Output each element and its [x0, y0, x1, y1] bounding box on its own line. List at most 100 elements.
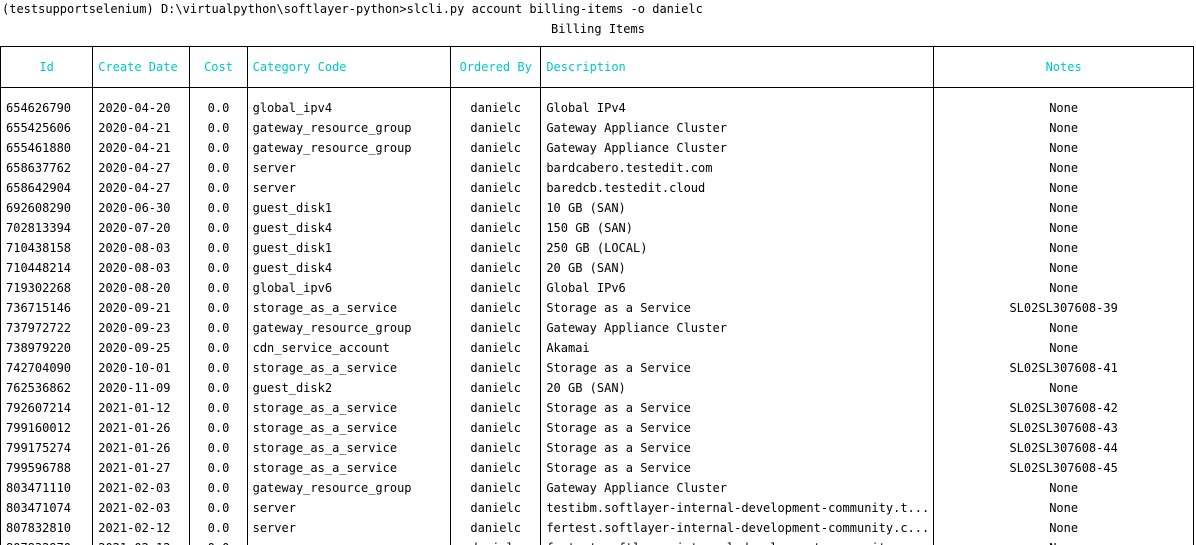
cell-description: Global IPv4: [540, 98, 934, 118]
cell-description: Storage as a Service: [540, 418, 934, 438]
cell-create-date: 2021-01-27: [92, 458, 190, 478]
cell-create-date: 2020-04-27: [92, 178, 190, 198]
cell-description: 250 GB (LOCAL): [540, 238, 934, 258]
cell-description: Gateway Appliance Cluster: [540, 478, 934, 498]
table-row: 736715146 2020-09-21 0.0 storage_as_a_servi…: [0, 298, 1194, 318]
cell-cost: 0.0: [189, 118, 248, 138]
cell-cost: 0.0: [189, 238, 248, 258]
cell-ordered-by: danielc: [450, 398, 541, 418]
table-row: 658642904 2020-04-27 0.0 server danielc bared…: [0, 178, 1194, 198]
cell-category-code: guest_disk1: [246, 238, 451, 258]
cell-id: 799175274: [0, 438, 93, 458]
cell-notes: None: [933, 478, 1194, 498]
table-row: 803471110 2021-02-03 0.0 gateway_resource_g…: [0, 478, 1194, 498]
cell-category-code: storage_as_a_service: [246, 438, 451, 458]
cell-description: Storage as a Service: [540, 358, 934, 378]
table-row: 792607214 2021-01-12 0.0 storage_as_a_servi…: [0, 398, 1194, 418]
cell-create-date: 2020-04-21: [92, 118, 190, 138]
cell-description: 10 GB (SAN): [540, 198, 934, 218]
cell-id: 742704090: [0, 358, 93, 378]
table-row: 762536862 2020-11-09 0.0 guest_disk2 danielc…: [0, 378, 1194, 398]
cell-description: Storage as a Service: [540, 438, 934, 458]
cell-category-code: server: [246, 498, 451, 518]
cell-id: 762536862: [0, 378, 93, 398]
cell-notes: None: [933, 518, 1194, 538]
cell-ordered-by: danielc: [450, 118, 541, 138]
table-row: 658637762 2020-04-27 0.0 server danielc bardc…: [0, 158, 1194, 178]
cell-description: Storage as a Service: [540, 458, 934, 478]
cell-category-code: global_ipv6: [246, 278, 451, 298]
cell-notes: None: [933, 178, 1194, 198]
cell-notes: SL02SL307608-43: [933, 418, 1194, 438]
cell-description: Storage as a Service: [540, 298, 934, 318]
cell-notes: None: [933, 538, 1194, 545]
cell-create-date: 2020-09-21: [92, 298, 190, 318]
cell-ordered-by: danielc: [450, 478, 541, 498]
cell-ordered-by: danielc: [450, 418, 541, 438]
cell-category-code: storage_as_a_service: [246, 358, 451, 378]
column-header-category-code: Category Code: [246, 46, 452, 88]
cell-cost: 0.0: [189, 198, 248, 218]
cell-cost: 0.0: [189, 278, 248, 298]
cell-cost: 0.0: [189, 518, 248, 538]
table-row: 807832810 2021-02-12 0.0 server danielc ferte…: [0, 518, 1194, 538]
cell-category-code: gateway_resource_group: [246, 118, 451, 138]
cell-category-code: storage_as_a_service: [246, 418, 451, 438]
cell-id: 803471110: [0, 478, 93, 498]
cell-cost: 0.0: [189, 138, 248, 158]
cell-id: 658637762: [0, 158, 93, 178]
cell-category-code: gateway_resource_group: [246, 318, 451, 338]
cell-create-date: 2021-02-03: [92, 478, 190, 498]
cell-ordered-by: danielc: [450, 238, 541, 258]
cell-create-date: 2020-07-20: [92, 218, 190, 238]
cell-cost: 0.0: [189, 158, 248, 178]
cell-id: 803471074: [0, 498, 93, 518]
command-line: (testsupportselenium) D:\virtualpython\s…: [2, 2, 703, 16]
cell-category-code: cdn_service_account: [246, 338, 451, 358]
cell-category-code: server: [246, 518, 451, 538]
cell-ordered-by: danielc: [450, 158, 541, 178]
cell-id: 655425606: [0, 118, 93, 138]
cell-create-date: 2021-02-12: [92, 518, 190, 538]
cell-create-date: 2020-08-03: [92, 238, 190, 258]
cell-ordered-by: danielc: [450, 498, 541, 518]
header-row: Id Create Date Cost Category Code Ordere…: [0, 46, 1194, 88]
column-header-cost: Cost: [189, 46, 248, 88]
cell-id: 738979220: [0, 338, 93, 358]
table-row: 710438158 2020-08-03 0.0 guest_disk1 danielc…: [0, 238, 1194, 258]
cell-create-date: 2020-10-01: [92, 358, 190, 378]
cell-cost: 0.0: [189, 378, 248, 398]
cell-cost: 0.0: [189, 318, 248, 338]
cell-create-date: 2020-08-03: [92, 258, 190, 278]
cell-category-code: gateway_resource_group: [246, 478, 451, 498]
column-header-description: Description: [540, 46, 935, 88]
cell-description: Storage as a Service: [540, 398, 934, 418]
column-header-id: Id: [0, 46, 94, 88]
table-row: 799596788 2021-01-27 0.0 storage_as_a_servi…: [0, 458, 1194, 478]
cell-category-code: storage_as_a_service: [246, 298, 451, 318]
cell-notes: None: [933, 198, 1194, 218]
cell-description: 150 GB (SAN): [540, 218, 934, 238]
table-row: 8078329702021-02-120.0serverdanielcferte…: [0, 538, 1194, 545]
cell-description: baredcb.testedit.cloud: [540, 178, 934, 198]
cell-notes: None: [933, 498, 1194, 518]
cell-notes: SL02SL307608-39: [933, 298, 1194, 318]
cell-ordered-by: danielc: [450, 258, 541, 278]
cell-cost: 0.0: [189, 438, 248, 458]
cell-cost: 0.0: [189, 458, 248, 478]
cell-id: 807832810: [0, 518, 93, 538]
cell-ordered-by: danielc: [450, 198, 541, 218]
cell-create-date: 2020-06-30: [92, 198, 190, 218]
cell-id: 719302268: [0, 278, 93, 298]
cell-notes: None: [933, 338, 1194, 358]
cell-cost: 0.0: [189, 258, 248, 278]
table-row: 719302268 2020-08-20 0.0 global_ipv6 danielc…: [0, 278, 1194, 298]
cell-notes: None: [933, 138, 1194, 158]
cell-notes: SL02SL307608-41: [933, 358, 1194, 378]
cell-notes: SL02SL307608-42: [933, 398, 1194, 418]
cell-category-code: storage_as_a_service: [246, 398, 451, 418]
cell-notes: None: [933, 158, 1194, 178]
table-row: 655425606 2020-04-21 0.0 gateway_resource_g…: [0, 118, 1194, 138]
cell-create-date: 2020-11-09: [92, 378, 190, 398]
cell-ordered-by: danielc: [450, 338, 541, 358]
